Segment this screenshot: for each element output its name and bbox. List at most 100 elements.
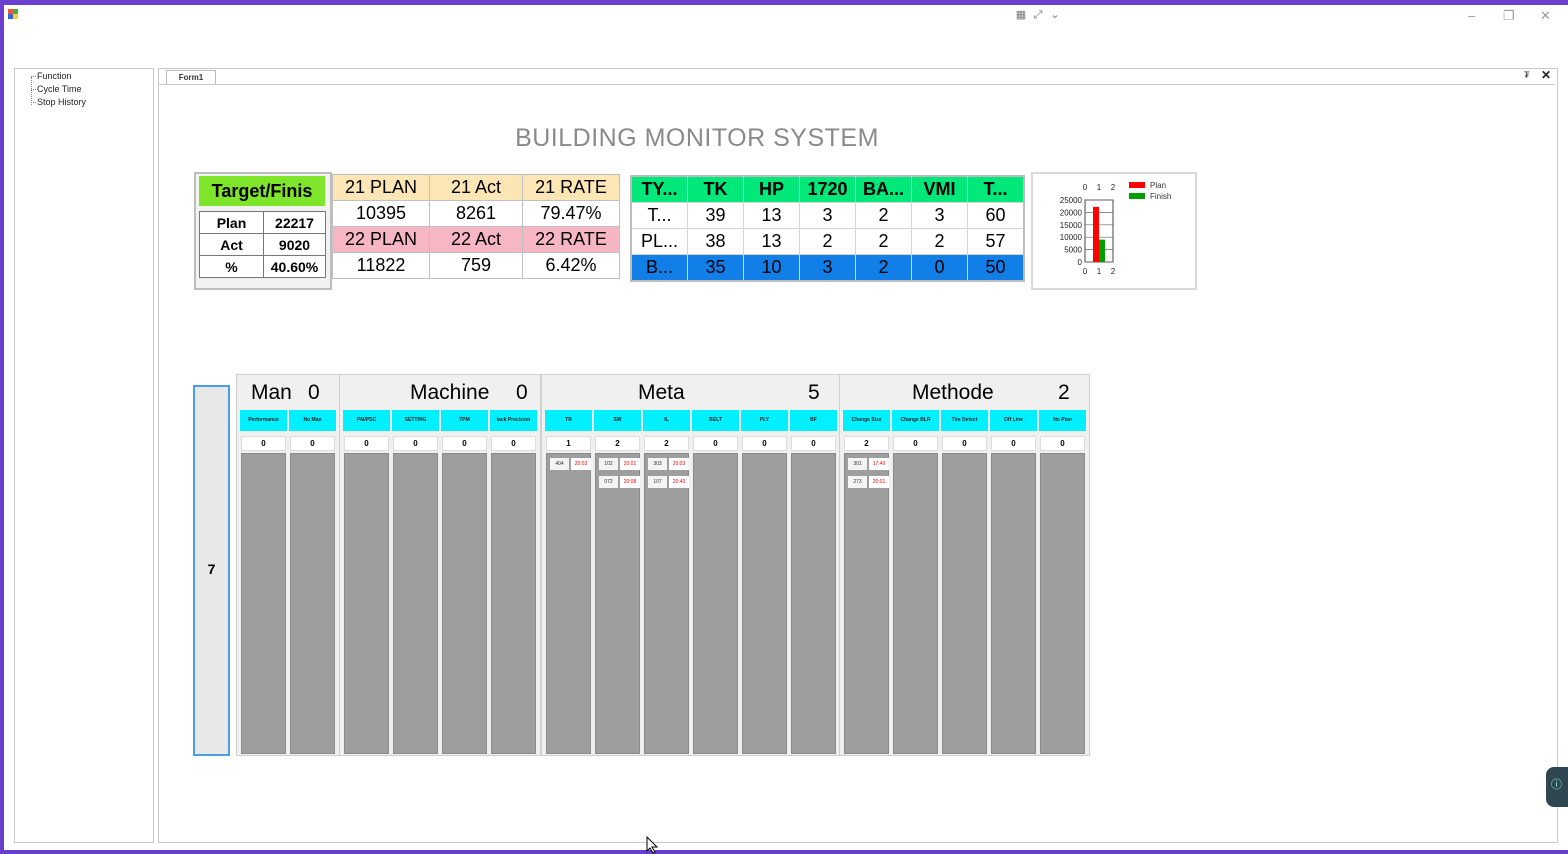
column-count: 0: [791, 436, 836, 451]
column-body[interactable]: [393, 453, 438, 754]
chevron-down-icon[interactable]: ⌄: [1048, 8, 1062, 22]
column-header: Performance: [240, 410, 287, 431]
type-cell[interactable]: 13: [743, 228, 800, 255]
type-cell[interactable]: 39: [687, 202, 744, 229]
status-column: Change BLR 0: [891, 375, 940, 755]
type-column-header[interactable]: TK: [687, 175, 744, 203]
layout-controls[interactable]: ▦ ⤢ ⌄: [1014, 7, 1068, 23]
status-column: No Plan 0: [1038, 375, 1087, 755]
column-body[interactable]: [344, 453, 389, 754]
type-cell[interactable]: 3: [799, 254, 856, 282]
type-cell[interactable]: 2: [799, 228, 856, 255]
type-cell[interactable]: 60: [967, 202, 1025, 229]
column-header: No Man: [289, 410, 336, 431]
tab-form1[interactable]: Form1: [166, 70, 216, 84]
y-tick-label: 25000: [1060, 196, 1083, 205]
type-cell[interactable]: 57: [967, 228, 1025, 255]
column-count: 2: [844, 436, 889, 451]
pin-icon[interactable]: ₮: [1524, 70, 1530, 80]
machine-card[interactable]: 102 20:01: [599, 458, 640, 470]
type-cell[interactable]: 13: [743, 202, 800, 229]
status-column: SETTING 0: [391, 375, 440, 755]
type-column-header[interactable]: BA...: [855, 175, 912, 203]
document-close-icon[interactable]: ✕: [1541, 68, 1551, 82]
target-label: Act: [199, 233, 264, 256]
y-tick-label: 15000: [1060, 221, 1083, 230]
window-border-bottom: [0, 850, 1568, 854]
column-body[interactable]: 102 20:01 072 20:08: [595, 453, 640, 754]
tree-item-function[interactable]: Function: [31, 71, 72, 81]
column-body[interactable]: 303 20:03 107 20:40: [644, 453, 689, 754]
status-column: Performance 0: [239, 375, 288, 755]
status-column: No Man 0: [288, 375, 337, 755]
type-cell[interactable]: 2: [855, 228, 912, 255]
type-cell[interactable]: 50: [967, 254, 1025, 282]
chart-svg: 2500020000150001000050000001122PlanFinis…: [1060, 181, 1172, 276]
column-body[interactable]: [893, 453, 938, 754]
type-cell[interactable]: 10: [743, 254, 800, 282]
machine-card[interactable]: 072 20:08: [599, 476, 640, 488]
type-column-header[interactable]: HP: [743, 175, 800, 203]
column-body[interactable]: [1040, 453, 1085, 754]
app-icon: [8, 9, 18, 19]
machine-card[interactable]: 273 20:01: [848, 476, 889, 488]
tree-item-stop-history[interactable]: Stop History: [30, 97, 86, 107]
type-cell[interactable]: 35: [687, 254, 744, 282]
table-row[interactable]: PL... 38 13 2 2 2 57: [630, 228, 1025, 255]
group-meta: Meta 5 TR 1 404 20:03 SW 2 102 20:01 072 20:08 IL 2 30…: [541, 374, 841, 756]
machine-card[interactable]: 404 20:03: [550, 458, 591, 470]
machine-card[interactable]: 303 20:03: [648, 458, 689, 470]
machine-card[interactable]: 107 20:40: [648, 476, 689, 488]
column-header: TPM: [441, 410, 488, 431]
type-grid[interactable]: TY... TK HP 1720 BA... VMI T... T... 39 …: [630, 175, 1025, 282]
grid-layout-icon[interactable]: ▦: [1014, 8, 1028, 22]
type-cell[interactable]: PL...: [630, 228, 688, 255]
table-row[interactable]: T... 39 13 3 2 3 60: [630, 202, 1025, 229]
column-body[interactable]: [442, 453, 487, 754]
column-count: 1: [546, 436, 591, 451]
column-header: Change BLR: [892, 410, 939, 431]
column-body[interactable]: [942, 453, 987, 754]
help-tab[interactable]: ⓘ: [1546, 767, 1568, 807]
plan-finish-chart: 25000 20000 15000 10000 5000 0 0 0 1 1 2 2 Plan Finis…: [1031, 172, 1197, 290]
tree-item-cycle-time[interactable]: Cycle Time: [31, 84, 82, 94]
target-value: 9020: [263, 233, 326, 256]
status-column: PM/PSC 0: [342, 375, 391, 755]
column-body[interactable]: 404 20:03: [546, 453, 591, 754]
type-column-header[interactable]: 1720: [799, 175, 856, 203]
column-body[interactable]: [290, 453, 335, 754]
column-body[interactable]: 301 17:40 273 20:01: [844, 453, 889, 754]
machine-card[interactable]: 301 17:40: [848, 458, 889, 470]
column-header: Tire Defect: [941, 410, 988, 431]
column-body[interactable]: [742, 453, 787, 754]
type-cell[interactable]: 3: [799, 202, 856, 229]
restore-button[interactable]: ❐: [1503, 8, 1515, 24]
bar-plan: [1093, 206, 1099, 262]
machine-time: 20:03: [669, 458, 689, 470]
expand-icon[interactable]: ⤢: [1031, 8, 1045, 22]
column-body[interactable]: [241, 453, 286, 754]
type-cell[interactable]: 2: [855, 254, 912, 282]
type-cell[interactable]: 3: [911, 202, 968, 229]
type-cell[interactable]: T...: [630, 202, 688, 229]
minimize-button[interactable]: –: [1468, 8, 1475, 23]
column-body[interactable]: [491, 453, 536, 754]
column-body[interactable]: [791, 453, 836, 754]
type-cell[interactable]: 0: [911, 254, 968, 282]
type-cell[interactable]: 2: [855, 202, 912, 229]
column-body[interactable]: [693, 453, 738, 754]
column-body[interactable]: [991, 453, 1036, 754]
type-cell[interactable]: 38: [687, 228, 744, 255]
type-cell[interactable]: B...: [630, 254, 688, 282]
target-table: Plan 22217 Act 9020 % 40.60%: [199, 211, 326, 278]
line-selector-button[interactable]: 7: [193, 385, 230, 756]
type-column-header[interactable]: VMI: [911, 175, 968, 203]
legend-swatch: [1129, 182, 1145, 188]
column-header: IL: [643, 410, 690, 431]
type-column-header[interactable]: T...: [967, 175, 1025, 203]
close-button[interactable]: ✕: [1540, 8, 1551, 24]
table-row-selected[interactable]: B... 35 10 3 2 0 50: [630, 254, 1025, 282]
type-column-header[interactable]: TY...: [630, 175, 688, 203]
x-tick-label: 2: [1111, 183, 1116, 192]
type-cell[interactable]: 2: [911, 228, 968, 255]
